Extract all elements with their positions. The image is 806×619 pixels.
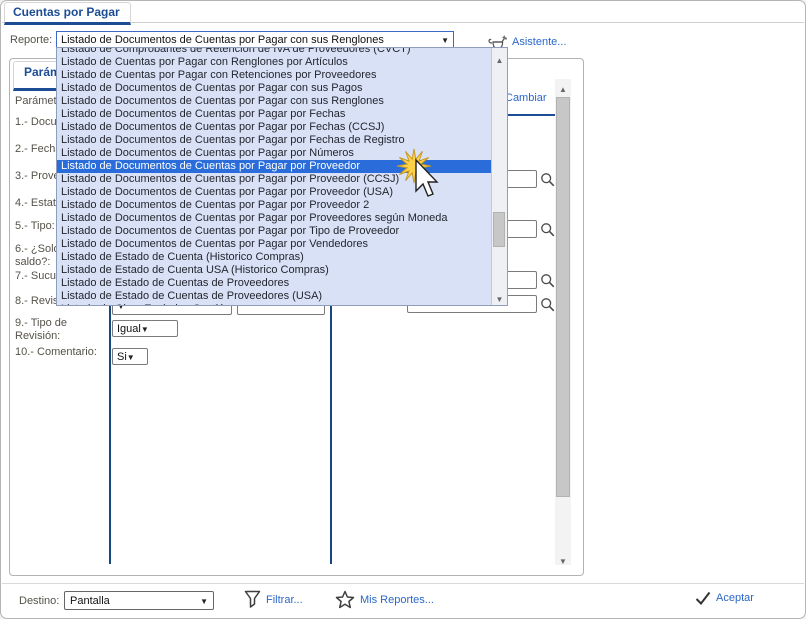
comment-value: Si — [117, 350, 127, 363]
report-dropdown-item[interactable]: Listado de Documentos de Cuentas por Pag… — [57, 134, 491, 147]
tab-cuentas-por-pagar[interactable]: Cuentas por Pagar — [4, 2, 131, 25]
destination-label: Destino: — [19, 595, 60, 607]
report-select-value: Listado de Documentos de Cuentas por Pag… — [61, 33, 384, 46]
panel-scrollbar-thumb[interactable] — [556, 97, 570, 497]
report-dropdown-item[interactable]: Listado de Documentos de Cuentas por Pag… — [57, 186, 491, 199]
revision-type-value: Igual — [117, 322, 141, 335]
dropdown-scrollbar[interactable] — [491, 48, 507, 305]
footer-divider — [2, 583, 804, 584]
report-dropdown-item[interactable]: Listado de Documentos de Cuentas por Pag… — [57, 225, 491, 238]
scroll-down-icon[interactable] — [492, 289, 507, 303]
report-dropdown-item[interactable]: Listado de Cuentas por Pagar con Retenci… — [57, 69, 491, 82]
chevron-down-icon — [141, 323, 149, 335]
scroll-up-icon[interactable] — [492, 50, 507, 64]
app-canvas: Cuentas por Pagar Reporte: Listado de Do… — [0, 0, 806, 619]
report-label: Reporte: — [10, 34, 53, 46]
report-dropdown-item[interactable]: Listado de Documentos de Cuentas por Pag… — [57, 160, 491, 173]
chevron-down-icon — [127, 351, 135, 363]
scroll-down-icon[interactable] — [555, 551, 571, 565]
scroll-up-icon[interactable] — [555, 79, 571, 93]
report-dropdown-item[interactable]: Listado de Estado de Cuenta (Historico C… — [57, 251, 491, 264]
comment-select[interactable]: Si — [112, 348, 148, 365]
report-dropdown-item[interactable]: Listado de Documentos de Cuentas por Pag… — [57, 82, 491, 95]
report-dropdown-item[interactable]: Listado de Documentos de Cuentas por Pag… — [57, 121, 491, 134]
report-dropdown-item[interactable]: Listado de Estado de Cuentas de Proveedo… — [57, 290, 491, 303]
funnel-icon — [244, 590, 261, 608]
my-reports-link[interactable]: Mis Reportes... — [335, 590, 434, 609]
report-dropdown-item[interactable]: Listado de Documentos de Cuentas por Pag… — [57, 95, 491, 108]
param-label: 10.- Comentario: — [15, 346, 97, 358]
destination-select[interactable]: Pantalla — [64, 591, 214, 610]
search-icon[interactable] — [540, 297, 555, 312]
report-dropdown-item[interactable]: Listado de Documentos de Cuentas por Pag… — [57, 238, 491, 251]
destination-value: Pantalla — [70, 594, 110, 607]
report-dropdown-list[interactable]: Listado de Comprobantes de Retención de … — [56, 47, 508, 306]
panel-scrollbar[interactable] — [555, 79, 571, 565]
report-dropdown-item[interactable]: Listado de Estado de Cuentas de Proveedo… — [57, 277, 491, 290]
revision-type-select[interactable]: Igual — [112, 320, 178, 337]
star-icon — [335, 590, 355, 609]
filter-link[interactable]: Filtrar... — [244, 590, 303, 609]
report-dropdown-item[interactable]: Listado de Estado de Cuenta USA (Histori… — [57, 264, 491, 277]
report-dropdown-item[interactable]: Listado de Documentos de Cuentas por Pag… — [57, 147, 491, 160]
chevron-down-icon — [441, 34, 449, 46]
check-icon — [695, 591, 711, 605]
report-dropdown-item[interactable]: Listado de Comprobantes de Retención de … — [57, 48, 491, 56]
accept-button[interactable]: Aceptar — [695, 591, 754, 605]
search-icon[interactable] — [540, 172, 555, 187]
report-dropdown-item[interactable]: Listado de Cuentas por Pagar con Renglon… — [57, 56, 491, 69]
chevron-down-icon — [200, 595, 208, 607]
report-dropdown-item[interactable]: Listado de Documentos de Cuentas por Pag… — [57, 108, 491, 121]
report-dialog: Cuentas por Pagar Reporte: Listado de Do… — [0, 0, 806, 619]
search-icon[interactable] — [540, 273, 555, 288]
report-dropdown-item[interactable]: Listado de Documentos de Cuentas por Pag… — [57, 212, 491, 225]
param-label: 9.- Tipo de Revisión: — [15, 317, 67, 342]
accept-button-label: Aceptar — [716, 592, 754, 604]
search-icon[interactable] — [540, 222, 555, 237]
report-dropdown-items: Listado de Comprobantes de Retención de … — [57, 48, 491, 305]
report-dropdown-item[interactable]: Listado de Documentos de Cuentas por Pag… — [57, 199, 491, 212]
report-select[interactable]: Listado de Documentos de Cuentas por Pag… — [56, 31, 454, 48]
filter-link-label: Filtrar... — [266, 593, 303, 606]
assistant-link-label: Asistente... — [512, 36, 567, 48]
report-dropdown-item[interactable]: Listado de Giros Enviados Gestión — [57, 303, 491, 305]
report-dropdown-item[interactable]: Listado de Documentos de Cuentas por Pag… — [57, 173, 491, 186]
my-reports-link-label: Mis Reportes... — [360, 593, 434, 606]
change-link[interactable]: Cambiar — [505, 92, 547, 104]
tab-strip: Cuentas por Pagar — [2, 2, 804, 25]
dropdown-scrollbar-thumb[interactable] — [493, 212, 505, 247]
